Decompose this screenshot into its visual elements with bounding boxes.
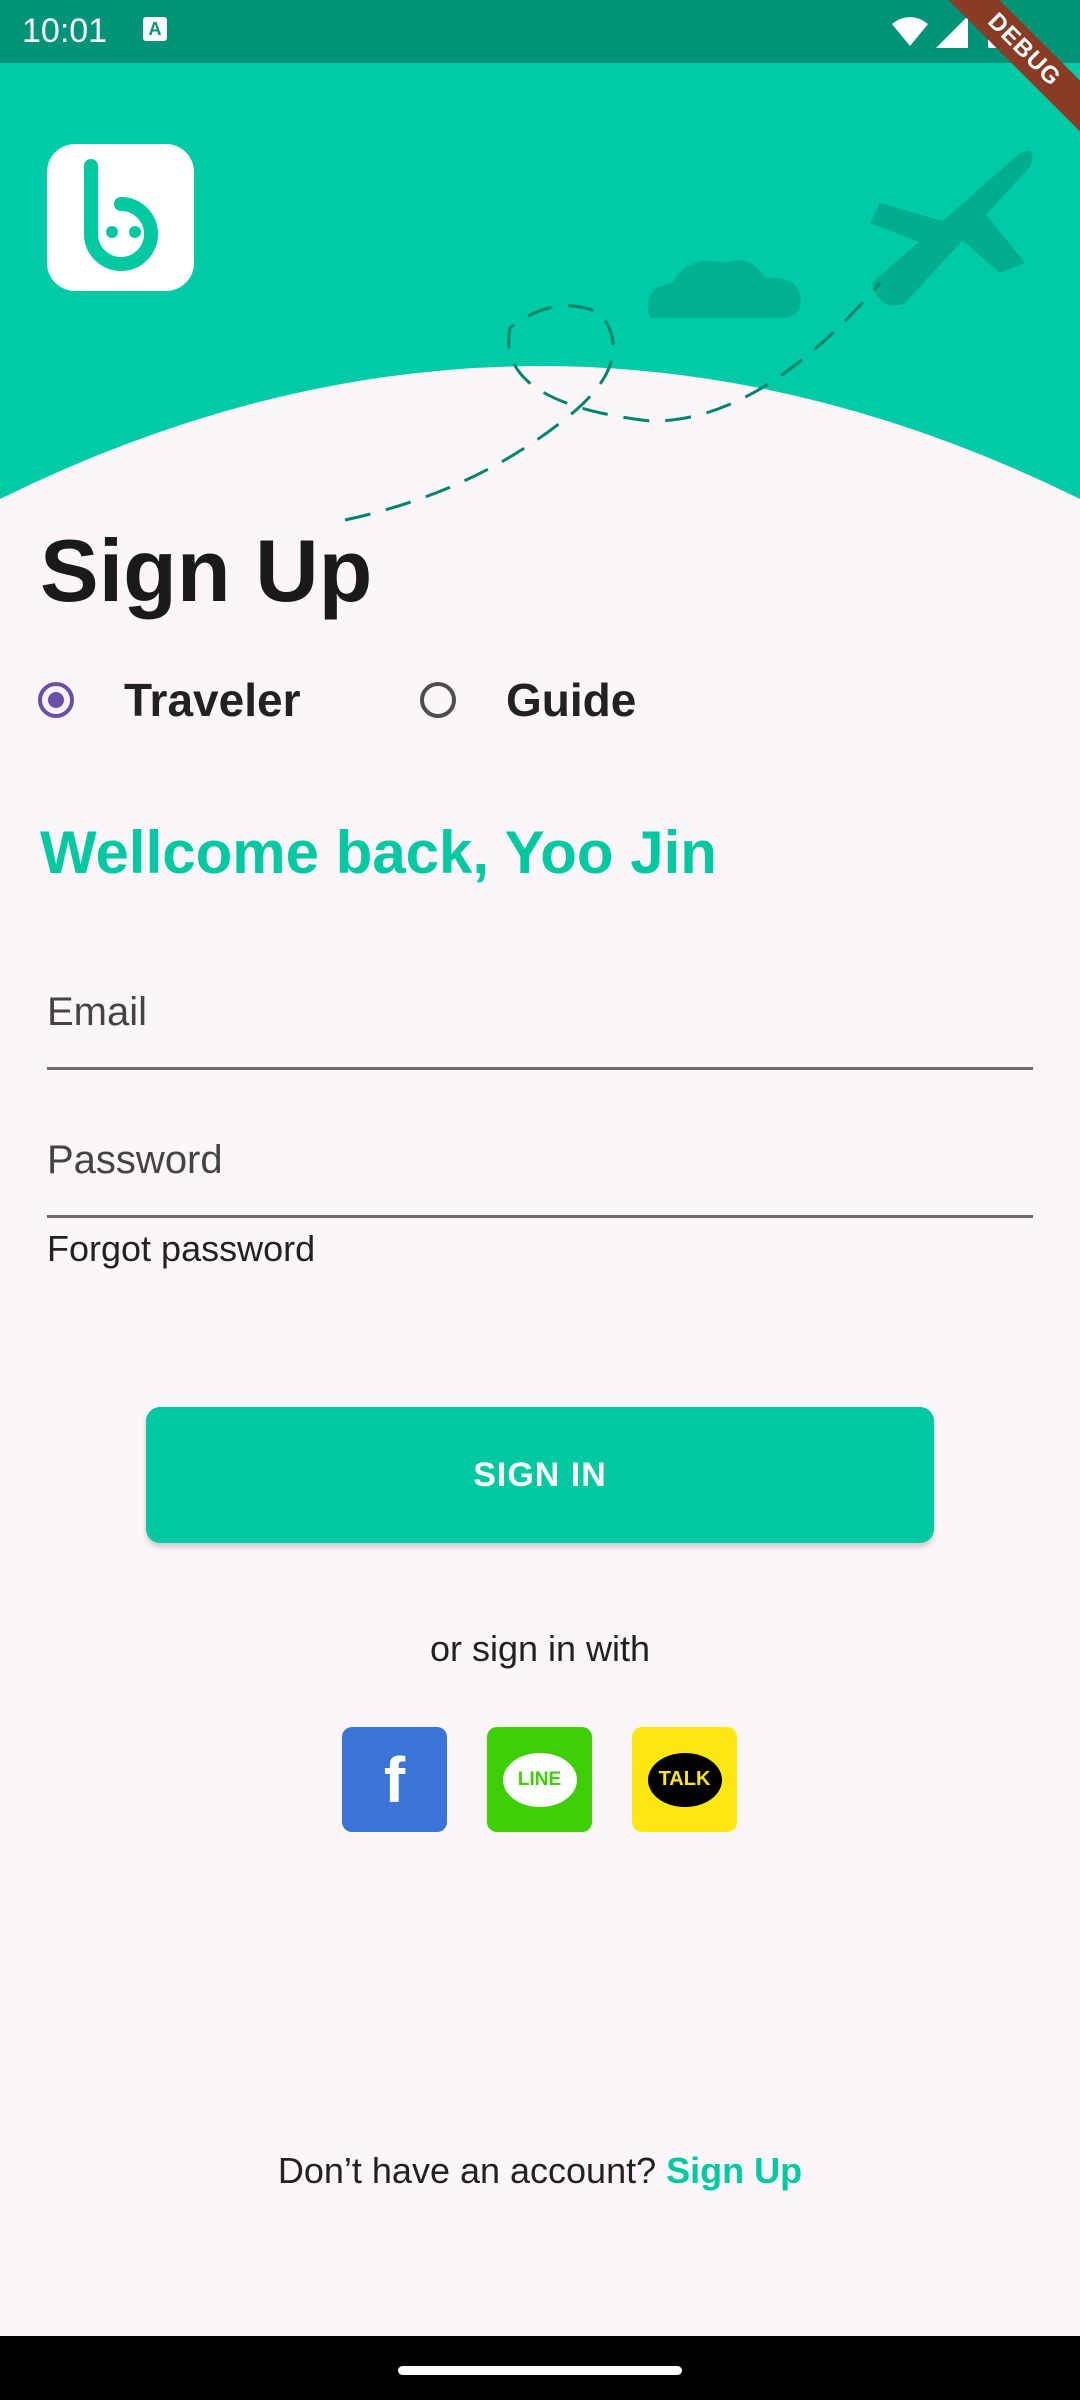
password-field-container bbox=[47, 1108, 1033, 1218]
wifi-icon bbox=[892, 17, 928, 46]
sign-in-button[interactable]: SIGN IN bbox=[146, 1407, 934, 1543]
password-field[interactable] bbox=[47, 1108, 1033, 1218]
home-gesture-handle[interactable] bbox=[398, 2366, 682, 2375]
role-label-guide: Guide bbox=[506, 674, 637, 726]
email-field[interactable] bbox=[47, 960, 1033, 1070]
radio-selected-icon[interactable] bbox=[38, 682, 74, 718]
sign-up-link[interactable]: Sign Up bbox=[666, 2150, 802, 2191]
facebook-icon: f bbox=[383, 1743, 406, 1816]
email-field-container bbox=[47, 960, 1033, 1070]
signal-icon bbox=[936, 16, 968, 48]
kakaotalk-login-button[interactable]: TALK bbox=[632, 1727, 737, 1832]
welcome-message: Wellcome back, Yoo Jin bbox=[40, 819, 717, 886]
app-logo bbox=[47, 144, 194, 291]
status-time: 10:01 bbox=[22, 12, 108, 50]
role-option-traveler[interactable]: Traveler bbox=[38, 670, 300, 730]
footer-prompt-text: Don’t have an account? bbox=[277, 2150, 657, 2191]
navigation-bar bbox=[0, 2336, 1080, 2400]
header-illustration bbox=[0, 63, 1080, 522]
forgot-password-link[interactable]: Forgot password bbox=[47, 1228, 315, 1270]
kakaotalk-icon: TALK bbox=[647, 1752, 722, 1807]
role-label-traveler: Traveler bbox=[124, 674, 301, 726]
line-icon: LINE bbox=[502, 1752, 577, 1807]
line-login-button[interactable]: LINE bbox=[487, 1727, 592, 1832]
footer-signup-prompt: Don’t have an account? Sign Up bbox=[0, 2150, 1080, 2192]
radio-unselected-icon[interactable] bbox=[420, 682, 456, 718]
role-option-guide[interactable]: Guide bbox=[420, 670, 636, 730]
facebook-login-button[interactable]: f bbox=[342, 1727, 447, 1832]
or-sign-in-with-label: or sign in with bbox=[429, 1628, 651, 1669]
status-bar: 10:01 A bbox=[0, 0, 1080, 63]
logo-icon bbox=[84, 159, 158, 271]
notification-a-icon: A bbox=[143, 17, 167, 41]
page-title: Sign Up bbox=[40, 521, 373, 620]
